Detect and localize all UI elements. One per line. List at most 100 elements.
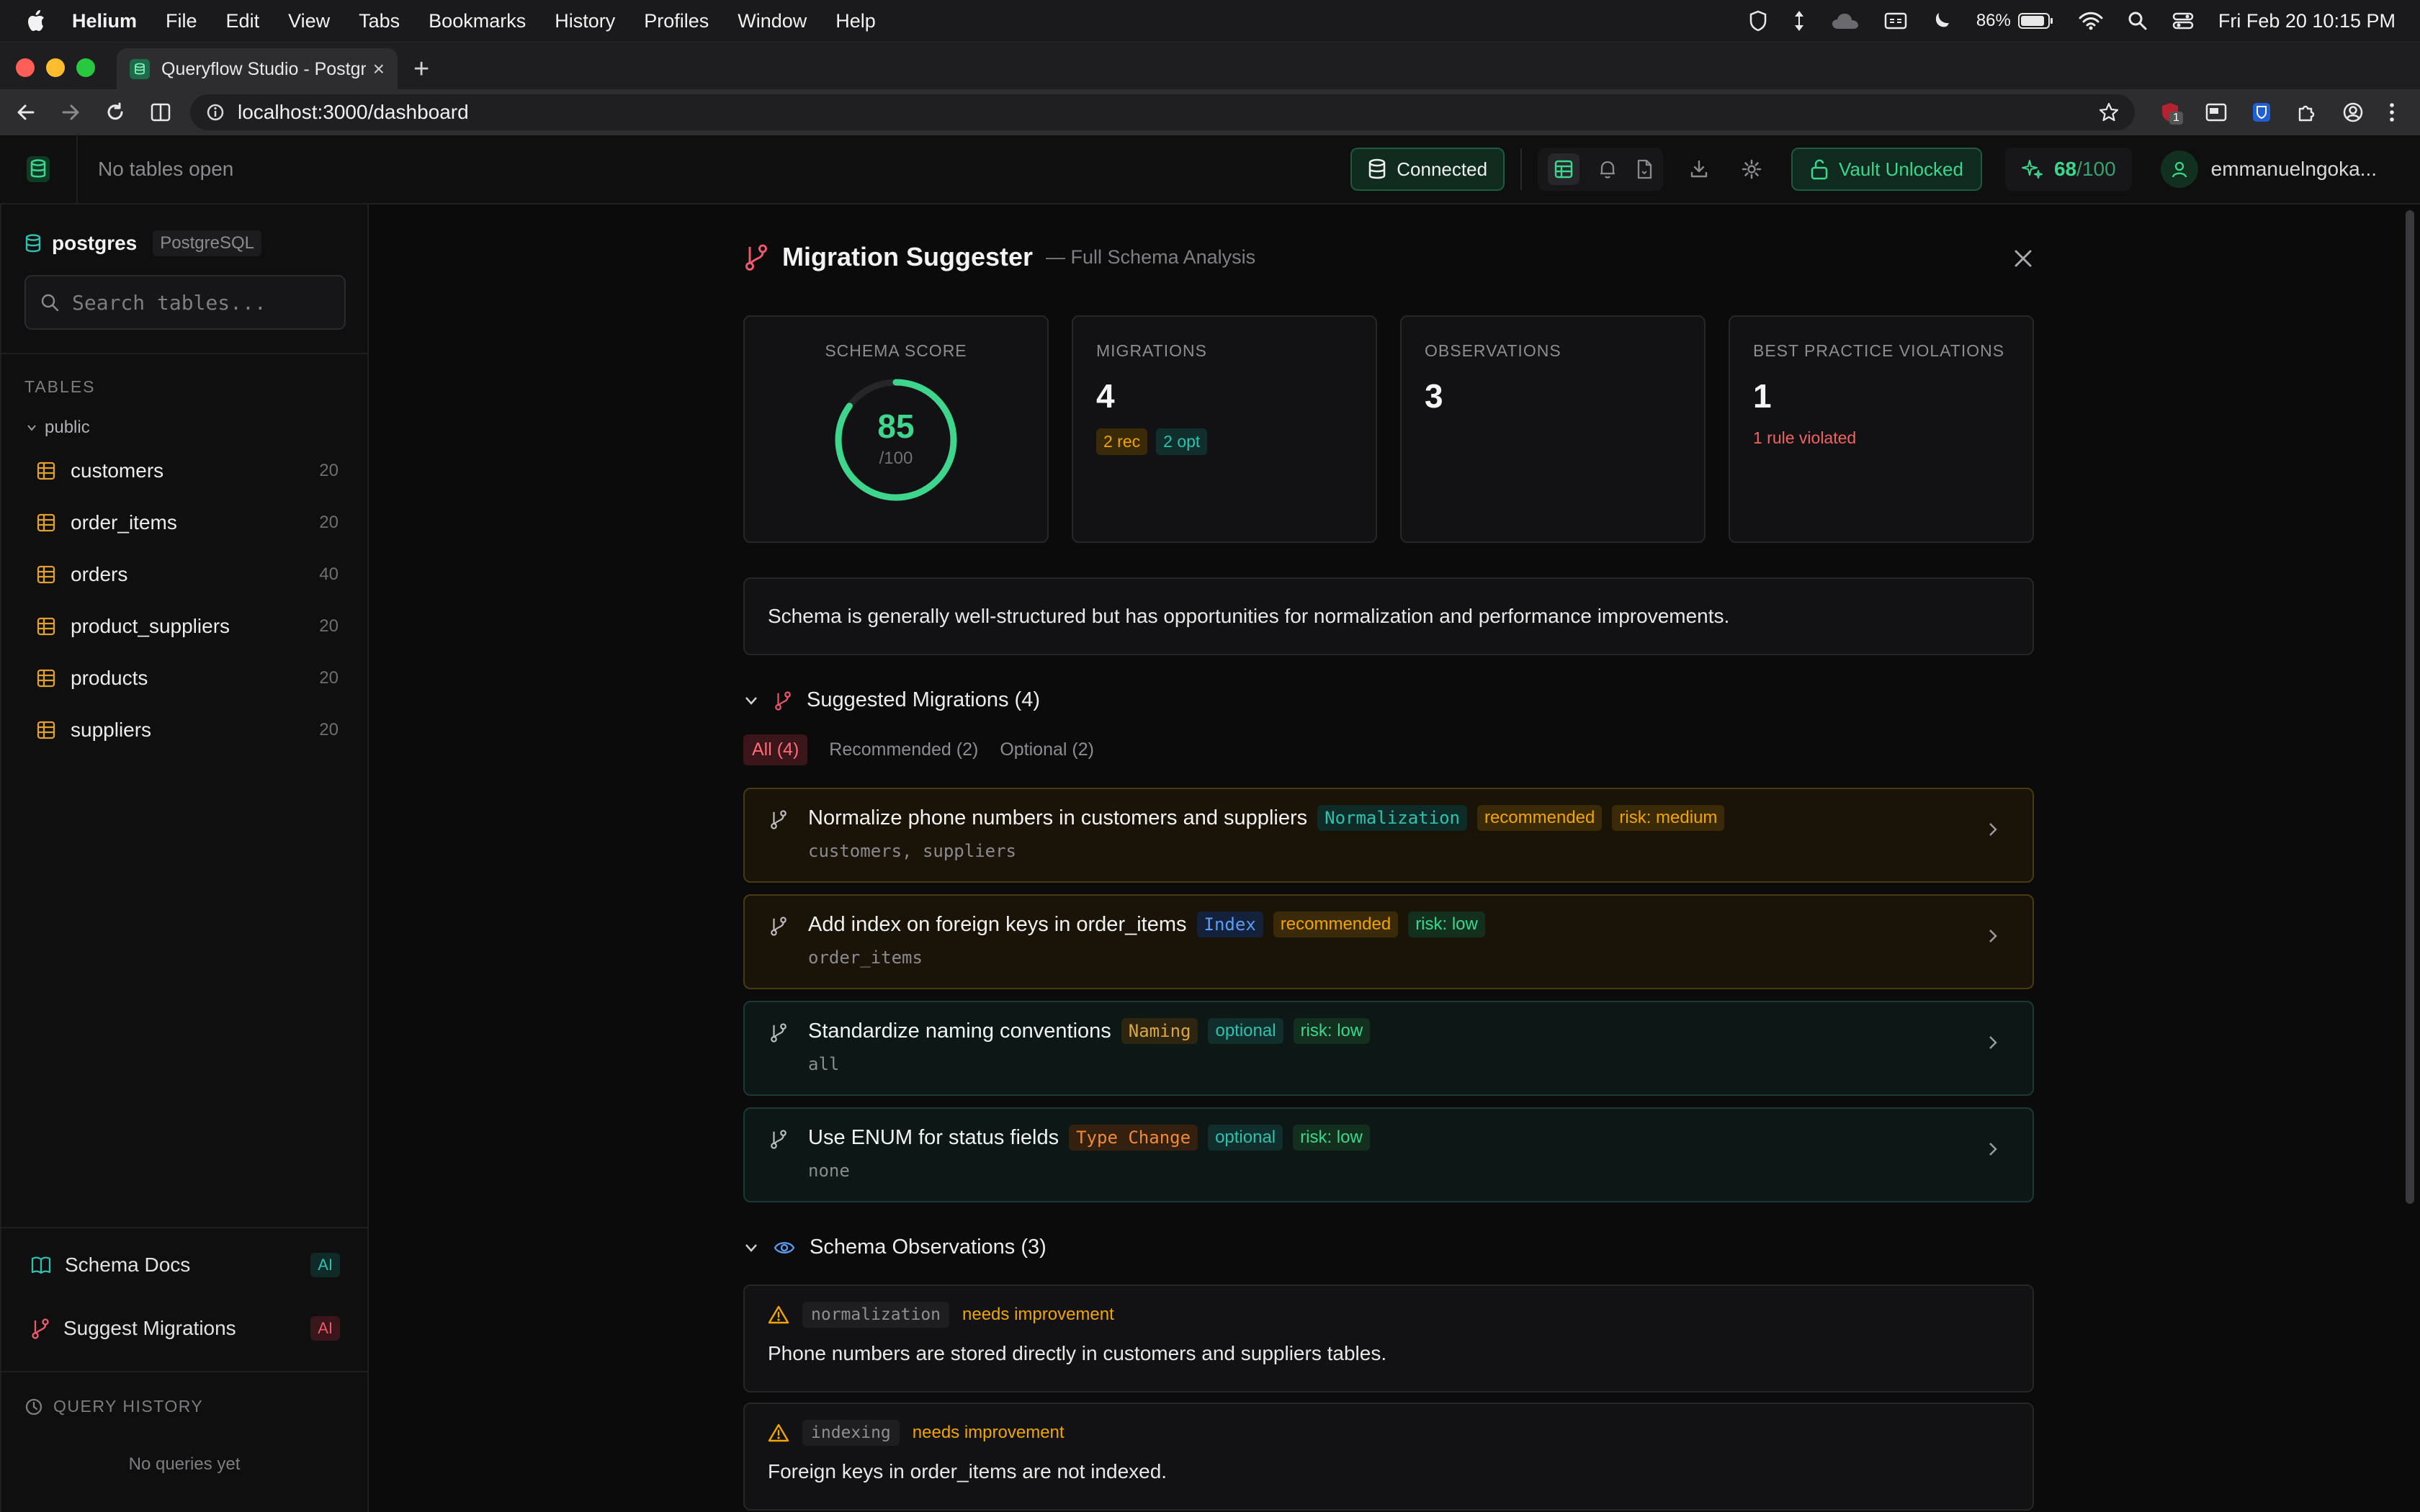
cloud-icon[interactable] xyxy=(1831,12,1860,30)
schema-name: public xyxy=(45,418,90,437)
query-history-label: QUERY HISTORY xyxy=(53,1397,204,1416)
download-icon[interactable] xyxy=(1689,159,1709,179)
back-icon[interactable] xyxy=(16,102,36,122)
query-history-header[interactable]: QUERY HISTORY xyxy=(24,1397,203,1416)
migration-item[interactable]: Standardize naming conventions Naming op… xyxy=(743,1001,2034,1096)
vault-status-label: Vault Unlocked xyxy=(1839,158,1963,180)
apple-icon[interactable] xyxy=(24,9,52,33)
migration-item[interactable]: Use ENUM for status fields Type Change o… xyxy=(743,1107,2034,1202)
battery-status[interactable]: 86% xyxy=(1976,11,2054,31)
extensions-puzzle-icon[interactable] xyxy=(2296,102,2318,123)
app-logo[interactable] xyxy=(0,135,78,204)
forward-icon[interactable] xyxy=(60,102,81,122)
observations-count: 3 xyxy=(1425,377,1443,415)
migration-category-tag: Type Change xyxy=(1069,1125,1198,1151)
health-score-badge[interactable]: 68/100 xyxy=(2004,148,2132,191)
bell-icon[interactable] xyxy=(1598,159,1617,179)
zoom-window-button[interactable] xyxy=(76,58,95,77)
menu-tabs[interactable]: Tabs xyxy=(359,10,400,32)
menu-history[interactable]: History xyxy=(555,10,615,32)
chevron-right-icon[interactable] xyxy=(1986,1140,1999,1158)
database-favicon-icon xyxy=(130,59,150,79)
search-input[interactable]: Search tables... xyxy=(72,291,266,315)
bitwarden-extension-icon[interactable] xyxy=(2251,102,2272,123)
vault-status-button[interactable]: Vault Unlocked xyxy=(1791,148,1982,191)
app-header: No tables open Connected Vault Unlocked … xyxy=(0,135,2420,204)
close-tab-icon[interactable]: × xyxy=(373,58,385,81)
menu-bar: Helium File Edit View Tabs Bookmarks His… xyxy=(0,0,2420,42)
spotlight-icon[interactable] xyxy=(2128,11,2148,31)
user-menu[interactable]: emmanuelngoka... xyxy=(2160,150,2377,188)
observations-card: OBSERVATIONS 3 xyxy=(1400,315,1706,543)
moon-icon[interactable] xyxy=(1932,11,1952,31)
suggested-migrations-title: Suggested Migrations (4) xyxy=(807,688,1040,711)
table-icon xyxy=(36,564,56,585)
filter-tab-recommended[interactable]: Recommended (2) xyxy=(829,739,978,760)
menu-profiles[interactable]: Profiles xyxy=(644,10,709,32)
site-info-icon[interactable] xyxy=(206,103,225,122)
tables-section-label: TABLES xyxy=(24,377,96,396)
bookmark-star-icon[interactable] xyxy=(2099,102,2119,122)
filter-tab-optional[interactable]: Optional (2) xyxy=(1000,739,1094,760)
reader-extension-icon[interactable] xyxy=(2205,102,2227,122)
menu-help[interactable]: Help xyxy=(835,10,876,32)
reload-icon[interactable] xyxy=(105,102,125,122)
table-search[interactable]: Search tables... xyxy=(24,275,346,330)
schema-group-public[interactable]: public xyxy=(26,418,90,438)
app-menu[interactable]: Helium xyxy=(72,10,137,32)
schema-observations-header[interactable]: Schema Observations (3) xyxy=(743,1236,1047,1259)
menu-bookmarks[interactable]: Bookmarks xyxy=(429,10,526,32)
new-tab-button[interactable]: + xyxy=(413,54,429,85)
shield-status-icon[interactable] xyxy=(1749,10,1767,32)
observation-category: normalization xyxy=(802,1302,950,1328)
menubar-clock[interactable]: Fri Feb 20 10:15 PM xyxy=(2218,10,2396,32)
panel-subtitle: — Full Schema Analysis xyxy=(1046,246,1256,268)
sidebar-table-products[interactable]: products 20 xyxy=(36,657,339,700)
control-center-icon[interactable] xyxy=(2172,12,2194,30)
git-branch-icon xyxy=(30,1318,50,1339)
table-name: product_suppliers xyxy=(71,615,230,637)
profile-icon[interactable] xyxy=(2342,102,2364,123)
filter-tab-all[interactable]: All (4) xyxy=(743,734,808,765)
migration-item[interactable]: Add index on foreign keys in order_items… xyxy=(743,894,2034,989)
settings-gear-icon[interactable] xyxy=(1741,158,1762,180)
close-panel-icon[interactable] xyxy=(2012,248,2034,269)
migration-title: Standardize naming conventions xyxy=(808,1019,1111,1043)
chevron-right-icon[interactable] xyxy=(1986,1034,1999,1051)
migration-risk-tag: risk: low xyxy=(1408,912,1485,937)
connection-status-button[interactable]: Connected xyxy=(1350,148,1505,191)
menu-view[interactable]: View xyxy=(288,10,330,32)
main-scrollbar[interactable] xyxy=(2406,210,2414,1204)
sidebar-table-orders[interactable]: orders 40 xyxy=(36,553,339,596)
document-icon[interactable] xyxy=(1636,159,1653,179)
display-icon[interactable] xyxy=(1884,12,1907,30)
arrows-updown-icon[interactable] xyxy=(1792,9,1806,32)
split-view-icon[interactable] xyxy=(150,102,171,122)
browser-menu-icon[interactable] xyxy=(2388,102,2396,123)
eye-icon xyxy=(774,1239,795,1256)
suggest-migrations-label: Suggest Migrations xyxy=(63,1317,236,1339)
migration-item[interactable]: Normalize phone numbers in customers and… xyxy=(743,788,2034,883)
close-window-button[interactable] xyxy=(16,58,35,77)
chevron-right-icon[interactable] xyxy=(1986,821,1999,838)
ublock-extension-icon[interactable]: 1 xyxy=(2159,102,2183,125)
migration-category-tag: Naming xyxy=(1121,1018,1198,1044)
table-icon xyxy=(36,513,56,533)
wifi-icon[interactable] xyxy=(2079,12,2103,30)
menu-file[interactable]: File xyxy=(166,10,197,32)
minimize-window-button[interactable] xyxy=(46,58,65,77)
sidebar-table-order-items[interactable]: order_items 20 xyxy=(36,501,339,544)
table-view-icon[interactable] xyxy=(1548,153,1580,185)
suggest-migrations-link[interactable]: Suggest Migrations AI xyxy=(30,1316,340,1341)
suggested-migrations-header[interactable]: Suggested Migrations (4) xyxy=(743,688,1040,712)
sidebar-table-suppliers[interactable]: suppliers 20 xyxy=(36,708,339,752)
schema-docs-link[interactable]: Schema Docs AI xyxy=(30,1253,340,1277)
address-bar[interactable]: localhost:3000/dashboard xyxy=(190,94,2135,130)
chevron-right-icon[interactable] xyxy=(1986,927,1999,945)
sidebar-table-product-suppliers[interactable]: product_suppliers 20 xyxy=(36,605,339,648)
sidebar-table-customers[interactable]: customers 20 xyxy=(36,449,339,492)
browser-tab-active[interactable]: Queryflow Studio - Postgres × xyxy=(117,48,398,90)
table-row-count: 20 xyxy=(319,513,339,532)
menu-window[interactable]: Window xyxy=(738,10,807,32)
menu-edit[interactable]: Edit xyxy=(226,10,260,32)
